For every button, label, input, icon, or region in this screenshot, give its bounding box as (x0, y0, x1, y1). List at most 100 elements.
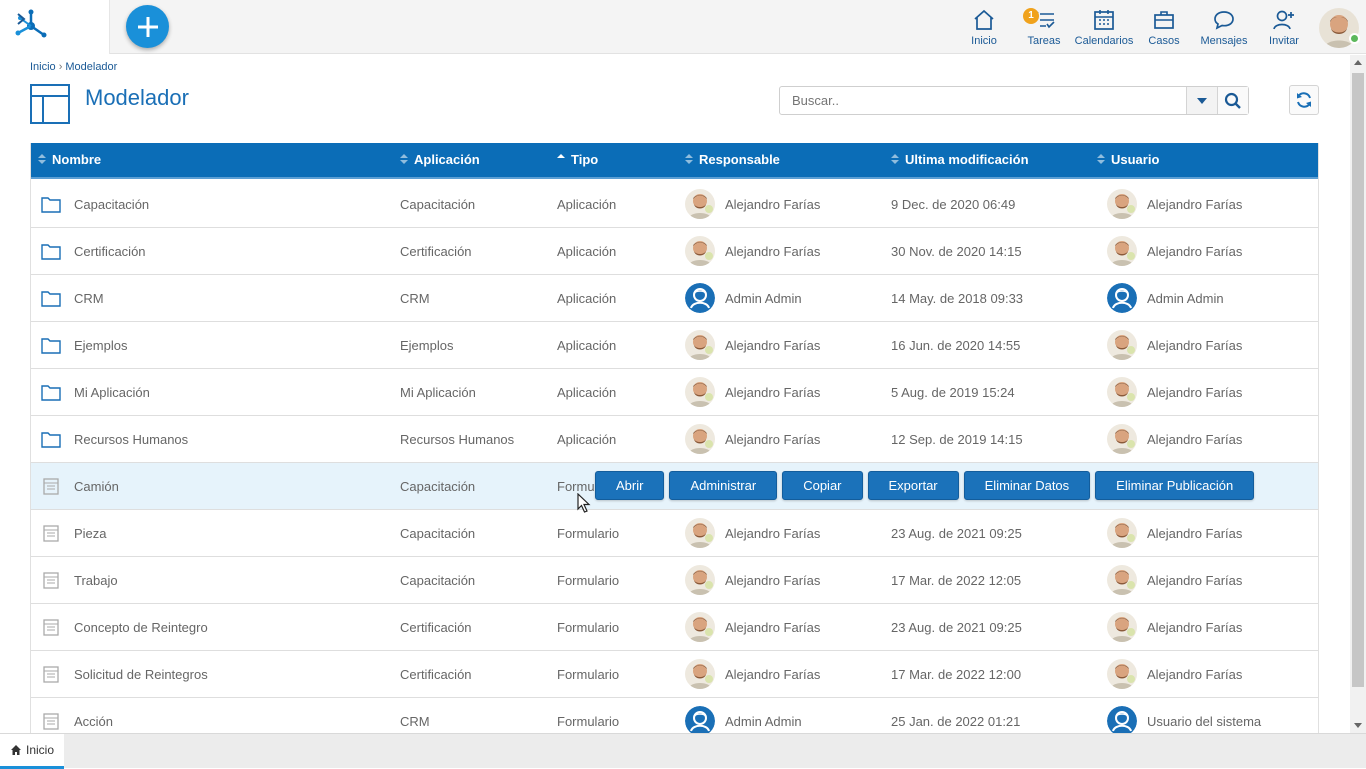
cell-nombre[interactable]: Ejemplos (39, 322, 127, 368)
nav-mensajes[interactable]: Mensajes (1194, 8, 1254, 47)
cell-modificacion: 25 Jan. de 2022 01:21 (891, 713, 1021, 729)
cell-modificacion: 16 Jun. de 2020 14:55 (891, 337, 1021, 353)
nav-label: Inicio (971, 35, 997, 47)
table-row[interactable]: Mi Aplicación Mi Aplicación Aplicación Alej… (31, 369, 1318, 416)
cell-usuario: Alejandro Farías (1107, 604, 1242, 650)
action-button[interactable]: Copiar (782, 471, 863, 500)
briefcase-icon (1154, 11, 1174, 29)
action-button[interactable]: Administrar (669, 471, 778, 500)
tasks-badge: 1 (1023, 8, 1039, 24)
table-row[interactable]: Capacitación Capacitación Aplicación Alejan… (31, 181, 1318, 228)
avatar (1107, 330, 1137, 360)
table-row[interactable]: Ejemplos Ejemplos Aplicación Alejandro Farí… (31, 322, 1318, 369)
row-actions: Abrir Administrar Copiar Exportar Eliminar D… (595, 471, 1255, 500)
nav-casos[interactable]: Casos (1134, 8, 1194, 47)
folder-icon (41, 431, 61, 448)
caret-down-icon (1197, 97, 1207, 104)
table-row[interactable]: Concepto de Reintegro Certificación Formul… (31, 604, 1318, 651)
scrollbar-thumb[interactable] (1352, 73, 1364, 687)
action-button[interactable]: Exportar (867, 471, 959, 500)
vertical-scrollbar[interactable] (1350, 55, 1366, 733)
cell-aplicacion: Recursos Humanos (400, 431, 515, 447)
cell-nombre[interactable]: Recursos Humanos (39, 416, 188, 462)
chevron-right-icon[interactable] (14, 9, 28, 29)
cell-nombre[interactable]: Camión (39, 463, 119, 509)
action-button[interactable]: Eliminar Publicación (1095, 471, 1255, 500)
cell-tipo: Formulario (557, 572, 620, 588)
table-row[interactable]: CRM CRM Aplicación Admin Admin 14 May. de 20… (31, 275, 1318, 322)
nav-calendarios[interactable]: Calendarios (1074, 8, 1134, 47)
table-row[interactable]: Certificación Certificación Aplicación Alej… (31, 228, 1318, 275)
folder-icon (41, 243, 61, 260)
cell-modificacion: 14 May. de 2018 09:33 (891, 290, 1024, 306)
cell-responsable: Alejandro Farías (685, 322, 820, 368)
action-button[interactable]: Abrir (595, 471, 665, 500)
column-header-aplicacion[interactable]: Aplicación (400, 143, 480, 177)
cell-responsable: Alejandro Farías (685, 510, 820, 556)
cell-modificacion: 12 Sep. de 2019 14:15 (891, 431, 1023, 447)
column-header-tipo[interactable]: Tipo (557, 143, 598, 177)
cell-nombre[interactable]: Pieza (39, 510, 107, 556)
breadcrumb-current[interactable]: Modelador (65, 61, 117, 73)
cell-responsable: Alejandro Farías (685, 651, 820, 697)
add-button[interactable] (126, 5, 169, 48)
cell-modificacion: 9 Dec. de 2020 06:49 (891, 196, 1016, 212)
scroll-up-icon[interactable] (1354, 60, 1362, 65)
cell-modificacion: 17 Mar. de 2022 12:05 (891, 572, 1022, 588)
cell-nombre[interactable]: Certificación (39, 228, 146, 274)
cell-aplicacion: Ejemplos (400, 337, 454, 353)
table-row[interactable]: Recursos Humanos Recursos Humanos Aplicaci… (31, 416, 1318, 463)
search-options-dropdown[interactable] (1186, 87, 1217, 114)
search-icon (1224, 92, 1241, 109)
table-row[interactable]: Pieza Capacitación Formulario Alejandro Far… (31, 510, 1318, 557)
online-status-dot (1349, 33, 1360, 44)
cell-responsable: Admin Admin (685, 275, 802, 321)
refresh-button[interactable] (1289, 85, 1319, 115)
table-row[interactable]: Camión Capacitación Formulario Abrir Adminis… (31, 463, 1318, 510)
home-icon (974, 9, 994, 30)
app-logo[interactable] (0, 0, 110, 54)
cell-aplicacion: CRM (400, 290, 430, 306)
search-box (779, 86, 1249, 115)
cell-nombre[interactable]: Concepto de Reintegro (39, 604, 208, 650)
cell-usuario: Admin Admin (1107, 275, 1224, 321)
grid-header: Nombre Aplicación Tipo Responsable Ultim… (31, 143, 1318, 179)
cell-modificacion: 17 Mar. de 2022 12:00 (891, 666, 1022, 682)
nav-invitar[interactable]: Invitar (1254, 8, 1314, 47)
cell-responsable: Alejandro Farías (685, 181, 820, 227)
cell-nombre[interactable]: Trabajo (39, 557, 118, 603)
breadcrumb-separator: › (58, 61, 63, 73)
column-header-usuario[interactable]: Usuario (1097, 143, 1159, 177)
cell-nombre[interactable]: Solicitud de Reintegros (39, 651, 208, 697)
cell-nombre[interactable]: Acción (39, 698, 113, 733)
breadcrumb-home[interactable]: Inicio (30, 61, 56, 73)
footer-tab-inicio[interactable]: Inicio (0, 734, 64, 769)
search-input[interactable] (780, 87, 1186, 114)
message-icon (1214, 11, 1234, 30)
cell-nombre[interactable]: Mi Aplicación (39, 369, 150, 415)
folder-icon (41, 290, 61, 307)
avatar (685, 330, 715, 360)
scroll-down-icon[interactable] (1354, 723, 1362, 728)
nav-label: Invitar (1269, 35, 1299, 47)
cell-modificacion: 23 Aug. de 2021 09:25 (891, 525, 1022, 541)
cell-nombre[interactable]: CRM (39, 275, 104, 321)
nav-inicio[interactable]: Inicio (954, 8, 1014, 47)
avatar (1107, 612, 1137, 642)
form-icon (43, 524, 59, 542)
avatar (685, 377, 715, 407)
column-header-responsable[interactable]: Responsable (685, 143, 780, 177)
table-row[interactable]: Solicitud de Reintegros Certificación Form… (31, 651, 1318, 698)
cell-tipo: Formulario (557, 666, 620, 682)
cell-nombre[interactable]: Capacitación (39, 181, 149, 227)
sort-icon (1097, 154, 1105, 166)
table-row[interactable]: Acción CRM Formulario Admin Admin 25 Jan. de… (31, 698, 1318, 733)
calendar-icon (1094, 10, 1114, 30)
action-button[interactable]: Eliminar Datos (963, 471, 1091, 500)
column-header-nombre[interactable]: Nombre (38, 143, 101, 177)
column-header-modificacion[interactable]: Ultima modificación (891, 143, 1029, 177)
table-row[interactable]: Trabajo Capacitación Formulario Alejandro F… (31, 557, 1318, 604)
cell-tipo: Aplicación (557, 431, 617, 447)
search-button[interactable] (1217, 87, 1248, 114)
sort-icon (891, 154, 899, 166)
